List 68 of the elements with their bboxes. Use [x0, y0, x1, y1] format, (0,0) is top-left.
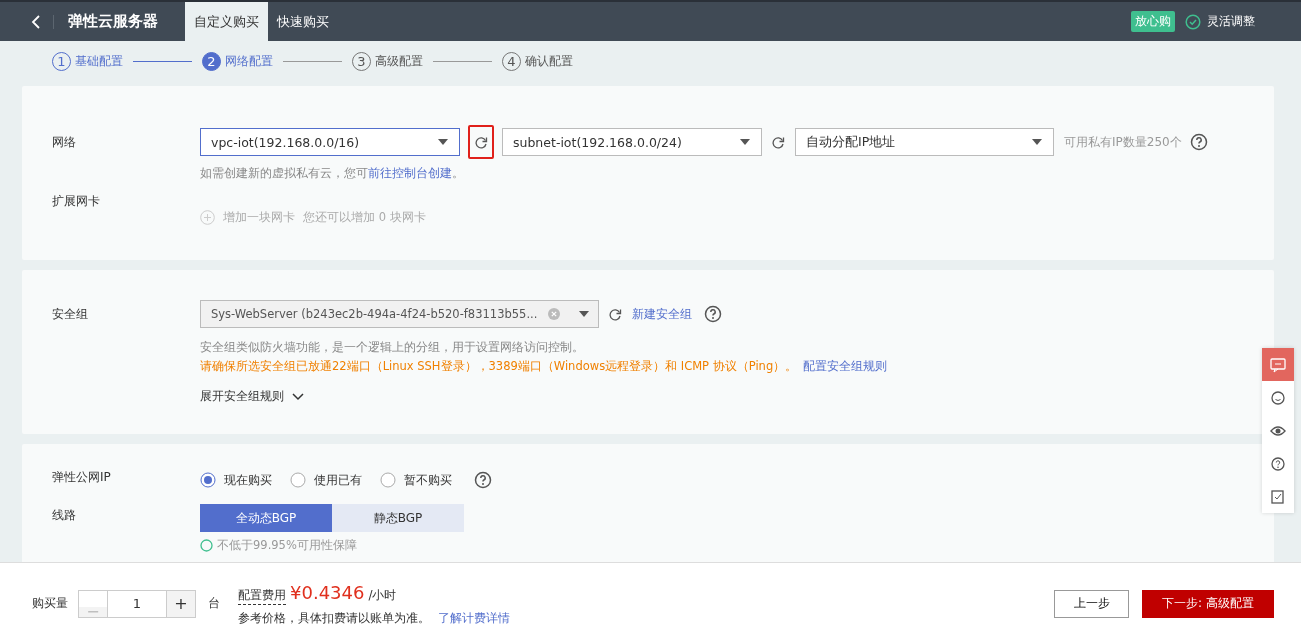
step-label: 网络配置 [225, 52, 273, 70]
step-connector [433, 60, 492, 62]
description-text: 安全组类似防火墙功能，是一个逻辑上的分组，用于设置网络访问控制。 [200, 340, 585, 355]
badge: 放心购 [1131, 11, 1175, 32]
tab[interactable]: 自定义购买 [185, 2, 268, 41]
radio-option[interactable]: 现在购买 [200, 471, 272, 489]
radio-icon[interactable] [200, 472, 216, 488]
unit-label: 台 [208, 595, 220, 612]
flexible-adjust-link[interactable]: 灵活调整 [1207, 13, 1255, 30]
ip-count-text: 可用私有IP数量250个 [1064, 133, 1182, 151]
create-vpc-link[interactable]: 前往控制台创建 [368, 166, 452, 180]
security-rules-link[interactable]: 配置安全组规则 [803, 359, 888, 374]
field-label: 安全组 [52, 306, 89, 323]
price-unit: /小时 [368, 586, 397, 604]
hint-text: 如需创建新的虚拟私有云，您可前往控制台创建。 [200, 166, 465, 181]
step-connector [133, 60, 192, 62]
increment-button[interactable]: + [167, 590, 195, 617]
previous-button[interactable]: 上一步 [1054, 589, 1129, 618]
warning-text: 请确保所选安全组已放通22端口（Linux SSH登录），3389端口（Windows远程登录）和 ICMP 协议（Ping）。 [200, 359, 798, 374]
step-number: 2 [202, 51, 221, 71]
guarantee-text: 不低于99.95%可用性保障 [217, 538, 357, 553]
nic-hint: 您还可以增加 0 块网卡 [303, 209, 426, 225]
back-icon[interactable] [31, 13, 41, 30]
caret-icon[interactable] [578, 310, 590, 318]
caret-icon[interactable] [437, 138, 449, 146]
check-circle-icon[interactable] [1185, 13, 1201, 30]
radio-option[interactable]: 使用已有 [290, 471, 362, 489]
select-field[interactable]: vpc-iot(192.168.0.0/16) [200, 128, 460, 156]
radio-icon[interactable] [290, 472, 306, 488]
billing-details-link[interactable]: 了解计费详情 [438, 610, 510, 626]
tab[interactable]: 快速购买 [268, 2, 338, 41]
checklist-icon [1269, 487, 1287, 506]
step-label: 基础配置 [75, 52, 123, 70]
step-connector [283, 60, 342, 62]
new-security-group-link[interactable]: 新建安全组 [632, 305, 692, 323]
help-icon[interactable] [474, 471, 492, 489]
field-label: 扩展网卡 [52, 193, 101, 210]
step-label: 确认配置 [525, 52, 573, 70]
help-icon[interactable] [1189, 133, 1208, 151]
select-field[interactable]: 自动分配IP地址 [795, 128, 1054, 156]
refresh-icon[interactable] [609, 307, 622, 321]
quantity-label: 购买量 [32, 595, 68, 612]
expand-rules-toggle[interactable]: 展开安全组规则 [200, 388, 304, 405]
chat-icon [1269, 355, 1287, 374]
caret-icon[interactable] [739, 138, 751, 146]
select-field[interactable]: subnet-iot(192.168.0.0/24) [502, 128, 762, 156]
chevron-down-icon[interactable] [292, 392, 304, 401]
help-icon [1269, 454, 1287, 473]
select-field[interactable]: Sys-WebServer (b243ec2b-494a-4f24-b520-f83113b55... [200, 300, 599, 328]
field-label: 弹性公网IP [52, 469, 112, 486]
segment-button[interactable]: 全动态BGP [200, 504, 332, 532]
smiley-icon [1269, 388, 1287, 407]
price-text: ¥0.4346 [290, 581, 365, 603]
page-title: 弹性云服务器 [68, 12, 159, 31]
radio-icon[interactable] [380, 472, 396, 488]
field-label: 线路 [52, 507, 77, 524]
caret-icon[interactable] [1031, 138, 1043, 146]
radio-option[interactable]: 暂不购买 [380, 471, 452, 489]
help-icon[interactable] [704, 305, 722, 323]
segment-button[interactable]: 静态BGP [332, 504, 464, 532]
refresh-icon[interactable] [772, 135, 785, 149]
fee-label: 配置费用 [238, 586, 286, 605]
next-button[interactable]: 下一步: 高级配置 [1142, 589, 1274, 618]
field-label: 网络 [52, 134, 77, 151]
step-label: 高级配置 [375, 52, 423, 70]
price-note: 参考价格，具体扣费请以账单为准。 [238, 610, 430, 626]
check-circle-icon[interactable] [200, 539, 213, 552]
refresh-icon[interactable] [474, 135, 488, 149]
